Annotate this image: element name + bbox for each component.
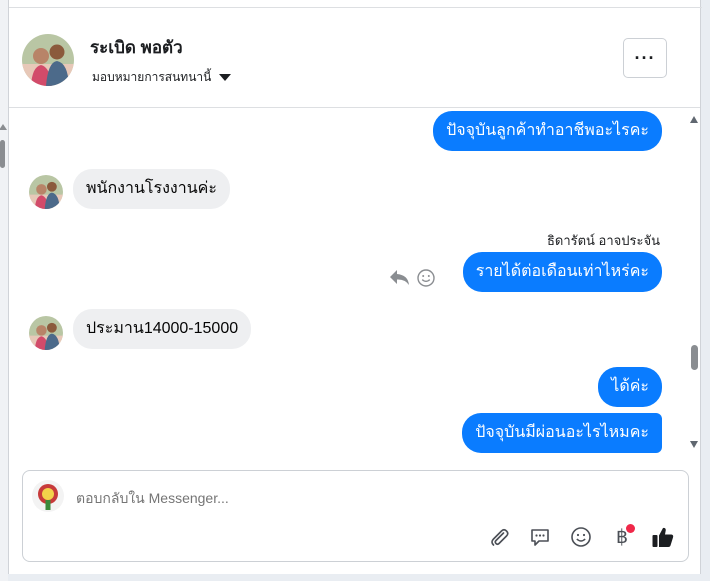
payment-icon[interactable]: ฿	[609, 524, 635, 550]
more-icon: ···	[634, 47, 656, 68]
page-scroll-up-arrow[interactable]	[0, 124, 7, 130]
message-bubble[interactable]: ประมาน14000-15000	[73, 309, 252, 349]
assign-conversation-dropdown[interactable]: มอบหมายการสนทนานี้	[92, 68, 232, 87]
thread-scroll-thumb[interactable]	[691, 345, 698, 370]
attach-icon[interactable]	[486, 524, 512, 550]
react-emoji-icon[interactable]	[417, 269, 435, 292]
page-avatar	[32, 480, 64, 512]
notification-dot	[626, 524, 635, 533]
contact-avatar-small	[29, 316, 63, 350]
message-bubble[interactable]: พนักงานโรงงานค่ะ	[73, 169, 230, 209]
conversation-header: ระเบิด พอตัว มอบหมายการสนทนานี้ ···	[9, 8, 700, 108]
assign-conversation-label: มอบหมายการสนทนานี้	[92, 70, 212, 84]
message-bubble[interactable]: รายได้ต่อเดือนเท่าไหร่คะ	[462, 252, 662, 292]
reply-input[interactable]	[76, 490, 636, 506]
contact-avatar-small	[29, 175, 63, 209]
message-bubble[interactable]: ได้ค่ะ	[598, 367, 662, 407]
page-scroll-thumb[interactable]	[0, 140, 5, 168]
contact-avatar[interactable]	[22, 34, 74, 86]
message-thread: ปัจจุบันลูกค้าทำอาชีพอะไรคะ พนักงานโรงงา…	[9, 109, 700, 459]
composer-toolbar: ฿	[486, 524, 676, 550]
thread-scroll-down-arrow[interactable]	[690, 441, 698, 448]
like-icon[interactable]	[650, 524, 676, 550]
reply-icon[interactable]	[389, 268, 411, 291]
conversation-panel: ระเบิด พอตัว มอบหมายการสนทนานี้ ··· ปัจจ…	[8, 0, 702, 574]
thread-scroll-up-arrow[interactable]	[690, 116, 698, 123]
more-options-button[interactable]: ···	[623, 38, 667, 78]
saved-replies-icon[interactable]	[527, 524, 553, 550]
message-bubble[interactable]: ปัจจุบันมีผ่อนอะไรไหมคะ	[462, 413, 662, 453]
emoji-icon[interactable]	[568, 524, 594, 550]
message-bubble[interactable]: ปัจจุบันลูกค้าทำอาชีพอะไรคะ	[433, 111, 662, 151]
reply-composer: ฿	[22, 470, 689, 562]
sender-name: ธิดารัตน์ อาจประจัน	[546, 233, 660, 248]
contact-name[interactable]: ระเบิด พอตัว	[90, 34, 183, 61]
chevron-down-icon	[219, 74, 232, 81]
page-scrollbar[interactable]	[0, 0, 8, 581]
